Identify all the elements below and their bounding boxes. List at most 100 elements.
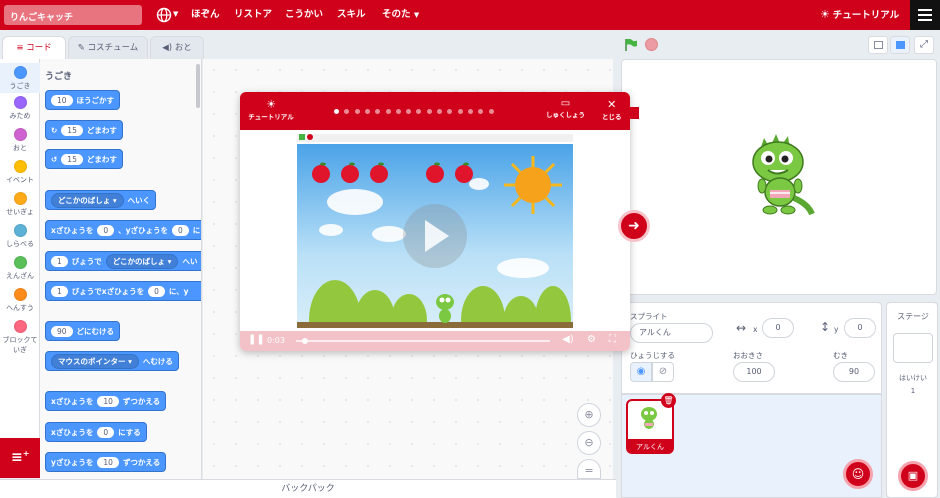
block-move-steps[interactable]: 10 ほうごかす xyxy=(45,90,121,110)
block-dropdown[interactable]: どこかのばしょ ▾ xyxy=(51,192,124,208)
shrink-button[interactable]: ▭ しゅくしょう xyxy=(546,98,585,119)
category-sensing[interactable]: しらべる xyxy=(0,224,40,249)
category-variables[interactable]: へんすう xyxy=(0,288,40,313)
block-change-x[interactable]: xざひょうを 10 ずつかえる xyxy=(45,391,167,411)
block-turn-right[interactable]: ↻ 15 どまわす xyxy=(45,120,123,140)
block-input[interactable]: 0 xyxy=(172,224,189,236)
menu-more[interactable]: そのた ▼ xyxy=(382,0,419,30)
block-dropdown[interactable]: どこかのばしょ ▾ xyxy=(105,253,179,269)
zoom-out-button[interactable]: ⊖ xyxy=(577,431,601,455)
block-glide-xy[interactable]: 1 びょうでxざひょうを 0 に、y xyxy=(45,281,201,301)
add-sprite-button[interactable]: ☺ xyxy=(843,459,873,489)
step-dot[interactable] xyxy=(406,109,412,114)
block-point-towards[interactable]: マウスのポインター ▾ へむける xyxy=(45,351,179,371)
tutorial-menu[interactable]: ☀ チュートリアル xyxy=(820,0,899,30)
project-title-input[interactable]: りんごキャッチ xyxy=(4,5,142,25)
mini-stage-header xyxy=(297,134,573,142)
zoom-in-button[interactable]: ⊕ xyxy=(577,403,601,427)
step-dot[interactable] xyxy=(457,109,463,114)
block-glide-to[interactable]: 1 びょうで どこかのばしょ ▾ へい xyxy=(45,251,201,271)
step-dot[interactable] xyxy=(416,109,422,114)
x-input[interactable]: 0 xyxy=(762,318,794,338)
stage-selector[interactable]: ステージ はいけい 1 ▣ xyxy=(886,302,938,498)
step-dot[interactable] xyxy=(426,109,432,114)
category-control[interactable]: せいぎょ xyxy=(0,192,40,217)
zoom-reset-button[interactable]: = xyxy=(577,459,601,479)
close-tutorial-button[interactable]: ✕ とじる xyxy=(602,98,622,121)
step-dot[interactable] xyxy=(437,109,442,114)
category-sound[interactable]: おと xyxy=(0,128,40,153)
block-turn-left[interactable]: ↺ 15 どまわす xyxy=(45,149,123,169)
block-input[interactable]: 15 xyxy=(61,124,83,136)
stage-canvas[interactable] xyxy=(621,59,937,295)
block-input[interactable]: 10 xyxy=(97,456,119,468)
step-dot[interactable] xyxy=(395,109,401,114)
large-stage-button[interactable] xyxy=(890,36,910,54)
tab-code[interactable]: ≡ コード xyxy=(2,36,66,60)
delete-sprite-button[interactable]: 🗑 xyxy=(661,393,676,408)
block-input[interactable]: 0 xyxy=(97,224,115,236)
category-events[interactable]: イベント xyxy=(0,160,40,185)
size-input[interactable]: 100 xyxy=(733,362,775,382)
add-backdrop-button[interactable]: ▣ xyxy=(898,461,928,491)
green-flag-button[interactable] xyxy=(624,38,638,55)
category-my-blocks[interactable]: ブロックて いぎ xyxy=(0,320,40,355)
palette-scrollbar[interactable] xyxy=(196,64,200,108)
direction-input[interactable]: 90 xyxy=(833,362,875,382)
block-input[interactable]: 1 xyxy=(51,285,68,297)
block-input[interactable]: 1 xyxy=(51,255,68,267)
step-dot[interactable] xyxy=(478,109,484,114)
block-input[interactable]: 15 xyxy=(61,153,83,165)
fullscreen-button[interactable]: ⤢ xyxy=(914,36,934,54)
block-point-direction[interactable]: 90 どにむける xyxy=(45,321,121,341)
step-dot[interactable] xyxy=(344,109,350,114)
volume-button[interactable]: ◀) xyxy=(562,334,574,345)
menu-publish[interactable]: こうかい xyxy=(285,0,323,30)
menu-save[interactable]: ほぞん xyxy=(191,0,220,30)
block-input[interactable]: 0 xyxy=(97,426,115,438)
add-extension-button[interactable]: ≡+ xyxy=(0,438,40,478)
category-looks[interactable]: みため xyxy=(0,96,40,121)
show-sprite-button[interactable]: ◉ xyxy=(630,362,652,382)
stop-button[interactable] xyxy=(645,38,658,51)
menu-skills[interactable]: スキル xyxy=(337,0,366,30)
tutorial-header-button[interactable]: ☀ チュートリアル xyxy=(246,98,296,121)
block-dropdown[interactable]: マウスのポインター ▾ xyxy=(51,353,139,369)
step-dot[interactable] xyxy=(364,109,370,114)
block-change-y[interactable]: yざひょうを 10 ずつかえる xyxy=(45,452,167,472)
tab-sound[interactable]: ◀) おと xyxy=(150,36,204,60)
hamburger-menu-button[interactable] xyxy=(910,0,940,30)
menu-restore[interactable]: リストア xyxy=(234,0,272,30)
block-input[interactable]: 0 xyxy=(148,285,165,297)
video-scrubber[interactable] xyxy=(302,338,308,344)
video-fullscreen-button[interactable]: ⛶ xyxy=(609,334,616,345)
block-input[interactable]: 10 xyxy=(97,395,119,407)
next-step-button[interactable]: ➜ xyxy=(618,210,650,242)
backpack[interactable]: バックパック xyxy=(0,479,616,498)
sprite-name-input[interactable]: アルくん xyxy=(630,323,713,343)
step-dot[interactable] xyxy=(447,109,453,114)
language-menu[interactable]: ▼ xyxy=(156,7,182,23)
block-goto-xy[interactable]: xざひょうを0、yざひょうを0にする xyxy=(45,220,201,240)
tutorial-header: ☀ チュートリアル ▭ しゅくしょう ✕ とじる xyxy=(240,92,630,130)
step-dot[interactable] xyxy=(467,109,473,114)
block-input[interactable]: 10 xyxy=(51,94,73,106)
category-motion[interactable]: うごき xyxy=(0,63,40,93)
pause-button[interactable]: ❚❚ xyxy=(248,334,265,345)
hide-sprite-button[interactable]: ⊘ xyxy=(652,362,674,382)
step-dot[interactable] xyxy=(354,109,360,114)
tutorial-video[interactable] xyxy=(297,144,573,328)
block-input[interactable]: 90 xyxy=(51,325,73,337)
y-input[interactable]: 0 xyxy=(844,318,876,338)
step-dot[interactable] xyxy=(375,109,381,114)
step-dot[interactable] xyxy=(385,109,391,114)
category-operators[interactable]: えんざん xyxy=(0,256,40,281)
settings-button[interactable]: ⚙ xyxy=(587,334,596,345)
small-stage-button[interactable] xyxy=(868,36,888,54)
step-dot[interactable] xyxy=(488,109,494,114)
tab-costume[interactable]: ✎ コスチューム xyxy=(68,36,148,60)
step-dot[interactable] xyxy=(334,109,339,114)
block-goto[interactable]: どこかのばしょ ▾ へいく xyxy=(45,190,157,210)
block-set-x[interactable]: xざひょうを 0 にする xyxy=(45,422,147,442)
video-progress-track[interactable] xyxy=(296,340,550,342)
